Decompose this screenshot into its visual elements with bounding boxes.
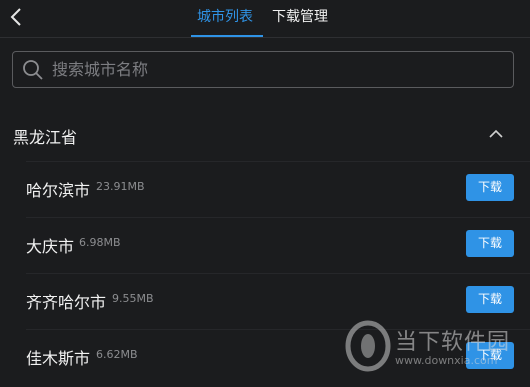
list-item[interactable]: 佳木斯市 6.62MB 下载 — [26, 329, 530, 384]
list-item[interactable]: 哈尔滨市 23.91MB 下载 — [26, 161, 530, 216]
download-button[interactable]: 下载 — [466, 286, 514, 313]
collapse-button[interactable] — [484, 122, 508, 146]
download-button[interactable]: 下载 — [466, 342, 514, 369]
back-button[interactable] — [4, 3, 28, 31]
city-size: 6.98MB — [79, 236, 121, 249]
city-name: 哈尔滨市 — [26, 181, 91, 200]
download-button[interactable]: 下载 — [466, 230, 514, 257]
chevron-left-icon — [10, 8, 21, 26]
city-size: 9.55MB — [112, 292, 154, 305]
top-bar: 城市列表 下载管理 — [0, 0, 530, 38]
chevron-up-icon — [489, 129, 503, 138]
search-input[interactable] — [50, 53, 513, 86]
search-icon — [22, 59, 44, 81]
province-name: 黑龙江省 — [13, 128, 78, 147]
city-size: 6.62MB — [96, 348, 138, 361]
province-header[interactable]: 黑龙江省 — [0, 114, 530, 156]
city-name: 佳木斯市 — [26, 349, 91, 368]
list-item[interactable]: 齐齐哈尔市 9.55MB 下载 — [26, 273, 530, 328]
search-box — [12, 51, 514, 88]
active-tab-indicator — [191, 35, 263, 37]
city-name: 大庆市 — [26, 237, 75, 256]
city-name: 齐齐哈尔市 — [26, 293, 107, 312]
download-button[interactable]: 下载 — [466, 174, 514, 201]
tab-download-manager[interactable]: 下载管理 — [272, 7, 328, 31]
city-size: 23.91MB — [96, 180, 145, 193]
list-item[interactable]: 大庆市 6.98MB 下载 — [26, 217, 530, 272]
city-map-download-screen: 城市列表 下载管理 黑龙江省 哈尔滨市 23.91MB 下载 大庆市 6.98M… — [0, 0, 530, 387]
tab-city-list[interactable]: 城市列表 — [197, 7, 253, 31]
